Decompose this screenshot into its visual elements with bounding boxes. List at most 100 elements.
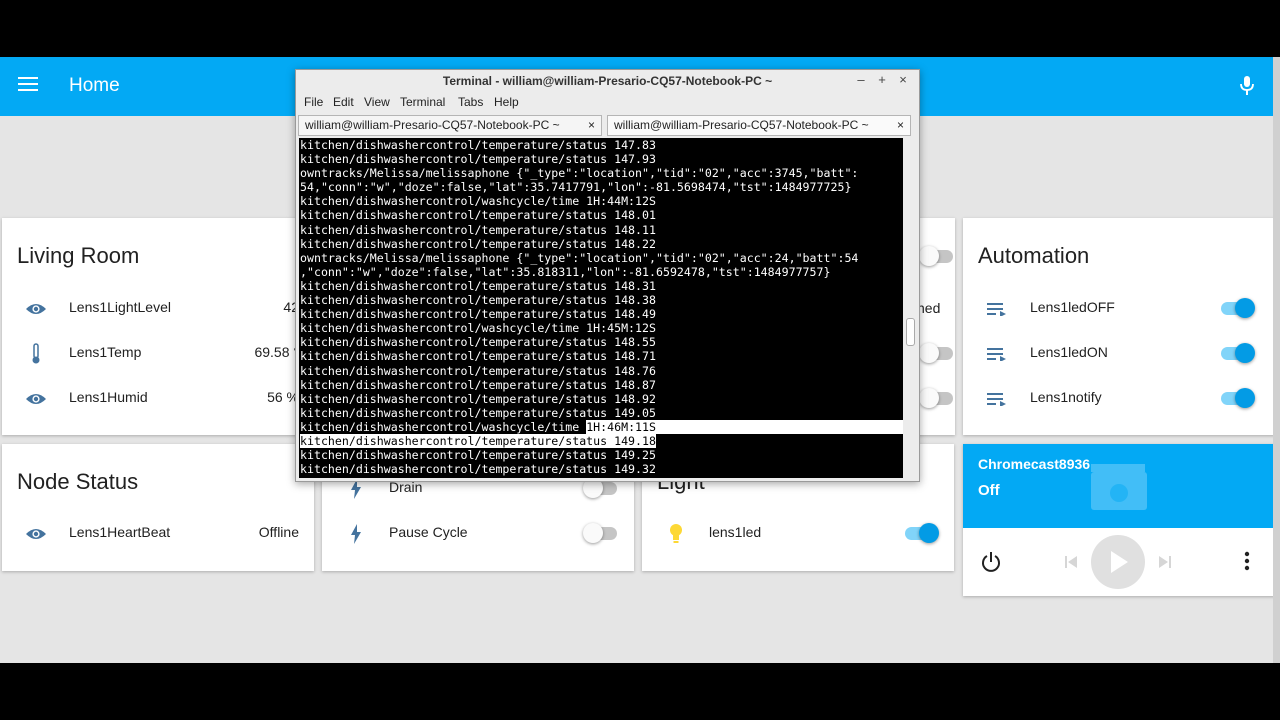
terminal-line: kitchen/dishwashercontrol/temperature/st… xyxy=(300,222,656,237)
terminal-line: kitchen/dishwashercontrol/temperature/st… xyxy=(300,462,656,477)
tab-label: william@william-Presario-CQ57-Notebook-P… xyxy=(614,118,869,132)
lightbulb-icon xyxy=(664,522,688,546)
lens1led-toggle[interactable] xyxy=(903,523,939,543)
script-list-icon xyxy=(985,387,1009,411)
script-list-icon xyxy=(985,297,1009,321)
menu-icon[interactable] xyxy=(18,77,38,95)
menu-edit[interactable]: Edit xyxy=(333,95,354,109)
terminal-line: kitchen/dishwashercontrol/temperature/st… xyxy=(300,405,656,420)
terminal-tab[interactable]: william@william-Presario-CQ57-Notebook-P… xyxy=(298,115,602,136)
sensor-value: 69.58 ° xyxy=(254,344,299,360)
tab-close-icon[interactable]: × xyxy=(897,116,904,135)
pause-cycle-toggle[interactable] xyxy=(583,523,619,543)
browser-scrollbar[interactable] xyxy=(1273,57,1280,663)
media-player-name: Chromecast8936 xyxy=(978,456,1091,472)
skip-next-icon[interactable] xyxy=(1157,554,1173,570)
sensor-label: Lens1HeartBeat xyxy=(69,524,171,540)
automation-toggle[interactable] xyxy=(1219,298,1255,318)
sensor-label: Lens1Temp xyxy=(69,344,142,360)
terminal-scrollbar[interactable] xyxy=(903,138,917,478)
terminal-line: kitchen/dishwashercontrol/washcycle/time… xyxy=(300,194,656,209)
automation-label: Lens1notify xyxy=(1030,389,1102,405)
terminal-line: kitchen/dishwashercontrol/temperature/st… xyxy=(300,363,656,378)
skip-previous-icon[interactable] xyxy=(1063,554,1079,570)
toggle-switch[interactable] xyxy=(919,246,955,266)
sensor-row[interactable]: Lens1Humid 56 % xyxy=(2,378,314,418)
terminal-line-selected: kitchen/dishwashercontrol/temperature/st… xyxy=(300,433,656,448)
switch-label: Pause Cycle xyxy=(389,524,468,540)
toggle-switch[interactable] xyxy=(919,343,955,363)
selection-highlight: 1H:46M:11S xyxy=(586,419,903,434)
automation-toggle[interactable] xyxy=(1219,343,1255,363)
scroll-thumb[interactable] xyxy=(906,318,915,346)
terminal-line: kitchen/dishwashercontrol/temperature/st… xyxy=(300,335,656,350)
media-header: Chromecast8936 Off xyxy=(963,444,1275,528)
terminal-lines: kitchen/dishwashercontrol/temperature/st… xyxy=(299,138,903,476)
card-title: Living Room xyxy=(17,243,140,268)
terminal-line: owntracks/Melissa/melissaphone {"_type":… xyxy=(300,166,859,181)
switch-row[interactable]: lens1led xyxy=(642,513,954,553)
play-icon xyxy=(1111,551,1128,573)
movie-icon xyxy=(1091,464,1147,510)
menu-terminal[interactable]: Terminal xyxy=(400,95,445,109)
terminal-line: kitchen/dishwashercontrol/temperature/st… xyxy=(300,391,656,406)
tab-close-icon[interactable]: × xyxy=(588,116,595,135)
card-title: Node Status xyxy=(17,469,139,494)
minimize-button[interactable]: – xyxy=(854,73,868,87)
sensor-row[interactable]: Lens1Temp 69.58 ° xyxy=(2,333,314,373)
terminal-line: kitchen/dishwashercontrol/temperature/st… xyxy=(300,236,656,251)
menu-help[interactable]: Help xyxy=(494,95,519,109)
play-button[interactable] xyxy=(1091,535,1145,589)
flash-icon xyxy=(344,522,368,546)
menu-tabs[interactable]: Tabs xyxy=(458,95,483,109)
terminal-window: Terminal - william@william-Presario-CQ57… xyxy=(295,69,920,482)
microphone-icon[interactable] xyxy=(1238,75,1256,97)
eye-icon xyxy=(24,387,48,411)
automation-row[interactable]: Lens1ledON xyxy=(963,333,1275,373)
terminal-line: ,"conn":"w","doze":false,"lat":35.818311… xyxy=(300,264,831,279)
automation-row[interactable]: Lens1notify xyxy=(963,378,1275,418)
sensor-row[interactable]: Lens1HeartBeat Offline xyxy=(2,513,314,553)
sensor-value: Offline xyxy=(258,524,299,540)
menu-file[interactable]: File xyxy=(304,95,323,109)
terminal-line: kitchen/dishwashercontrol/temperature/st… xyxy=(300,278,656,293)
menu-view[interactable]: View xyxy=(364,95,390,109)
close-button[interactable]: × xyxy=(896,73,910,87)
script-list-icon xyxy=(985,342,1009,366)
terminal-tab[interactable]: william@william-Presario-CQ57-Notebook-P… xyxy=(607,115,911,136)
media-player-state: Off xyxy=(978,482,1000,499)
automation-row[interactable]: Lens1ledOFF xyxy=(963,288,1275,328)
terminal-line: kitchen/dishwashercontrol/temperature/st… xyxy=(300,138,656,152)
power-icon[interactable] xyxy=(980,551,1002,573)
card-title: Automation xyxy=(978,243,1090,268)
switch-row[interactable]: Pause Cycle xyxy=(322,513,634,553)
sensor-label: Lens1Humid xyxy=(69,389,148,405)
terminal-line: kitchen/dishwashercontrol/temperature/st… xyxy=(300,349,656,364)
terminal-line: owntracks/Melissa/melissaphone {"_type":… xyxy=(300,250,859,265)
terminal-line: kitchen/dishwashercontrol/temperature/st… xyxy=(300,152,656,167)
thermometer-icon xyxy=(24,342,48,366)
terminal-line: kitchen/dishwashercontrol/temperature/st… xyxy=(300,293,656,308)
terminal-output[interactable]: kitchen/dishwashercontrol/temperature/st… xyxy=(299,138,903,478)
sensor-row[interactable]: Lens1LightLevel 42 xyxy=(2,288,314,328)
tab-label: william@william-Presario-CQ57-Notebook-P… xyxy=(305,118,560,132)
automation-toggle[interactable] xyxy=(1219,388,1255,408)
switch-label: lens1led xyxy=(709,524,762,540)
living-room-card: Living Room Lens1LightLevel 42 Lens1Temp… xyxy=(2,218,314,435)
toggle-switch[interactable] xyxy=(919,388,955,408)
terminal-line: kitchen/dishwashercontrol/temperature/st… xyxy=(300,208,656,223)
window-title: Terminal - william@william-Presario-CQ57… xyxy=(442,74,773,88)
terminal-line: kitchen/dishwashercontrol/temperature/st… xyxy=(300,377,656,392)
automation-label: Lens1ledON xyxy=(1030,344,1108,360)
terminal-menubar: File Edit View Terminal Tabs Help xyxy=(296,92,919,112)
chromecast-card: Chromecast8936 Off xyxy=(963,444,1275,596)
maximize-button[interactable]: + xyxy=(875,73,889,87)
automation-label: Lens1ledOFF xyxy=(1030,299,1115,315)
terminal-line-selected: kitchen/dishwashercontrol/washcycle/time… xyxy=(300,419,903,434)
terminal-line: kitchen/dishwashercontrol/temperature/st… xyxy=(300,448,656,463)
page-title: Home xyxy=(69,75,120,96)
state-text: ned xyxy=(917,300,941,316)
more-vert-icon[interactable] xyxy=(1244,551,1250,571)
eye-icon xyxy=(24,297,48,321)
terminal-line: 54,"conn":"w","doze":false,"lat":35.7417… xyxy=(300,180,852,195)
